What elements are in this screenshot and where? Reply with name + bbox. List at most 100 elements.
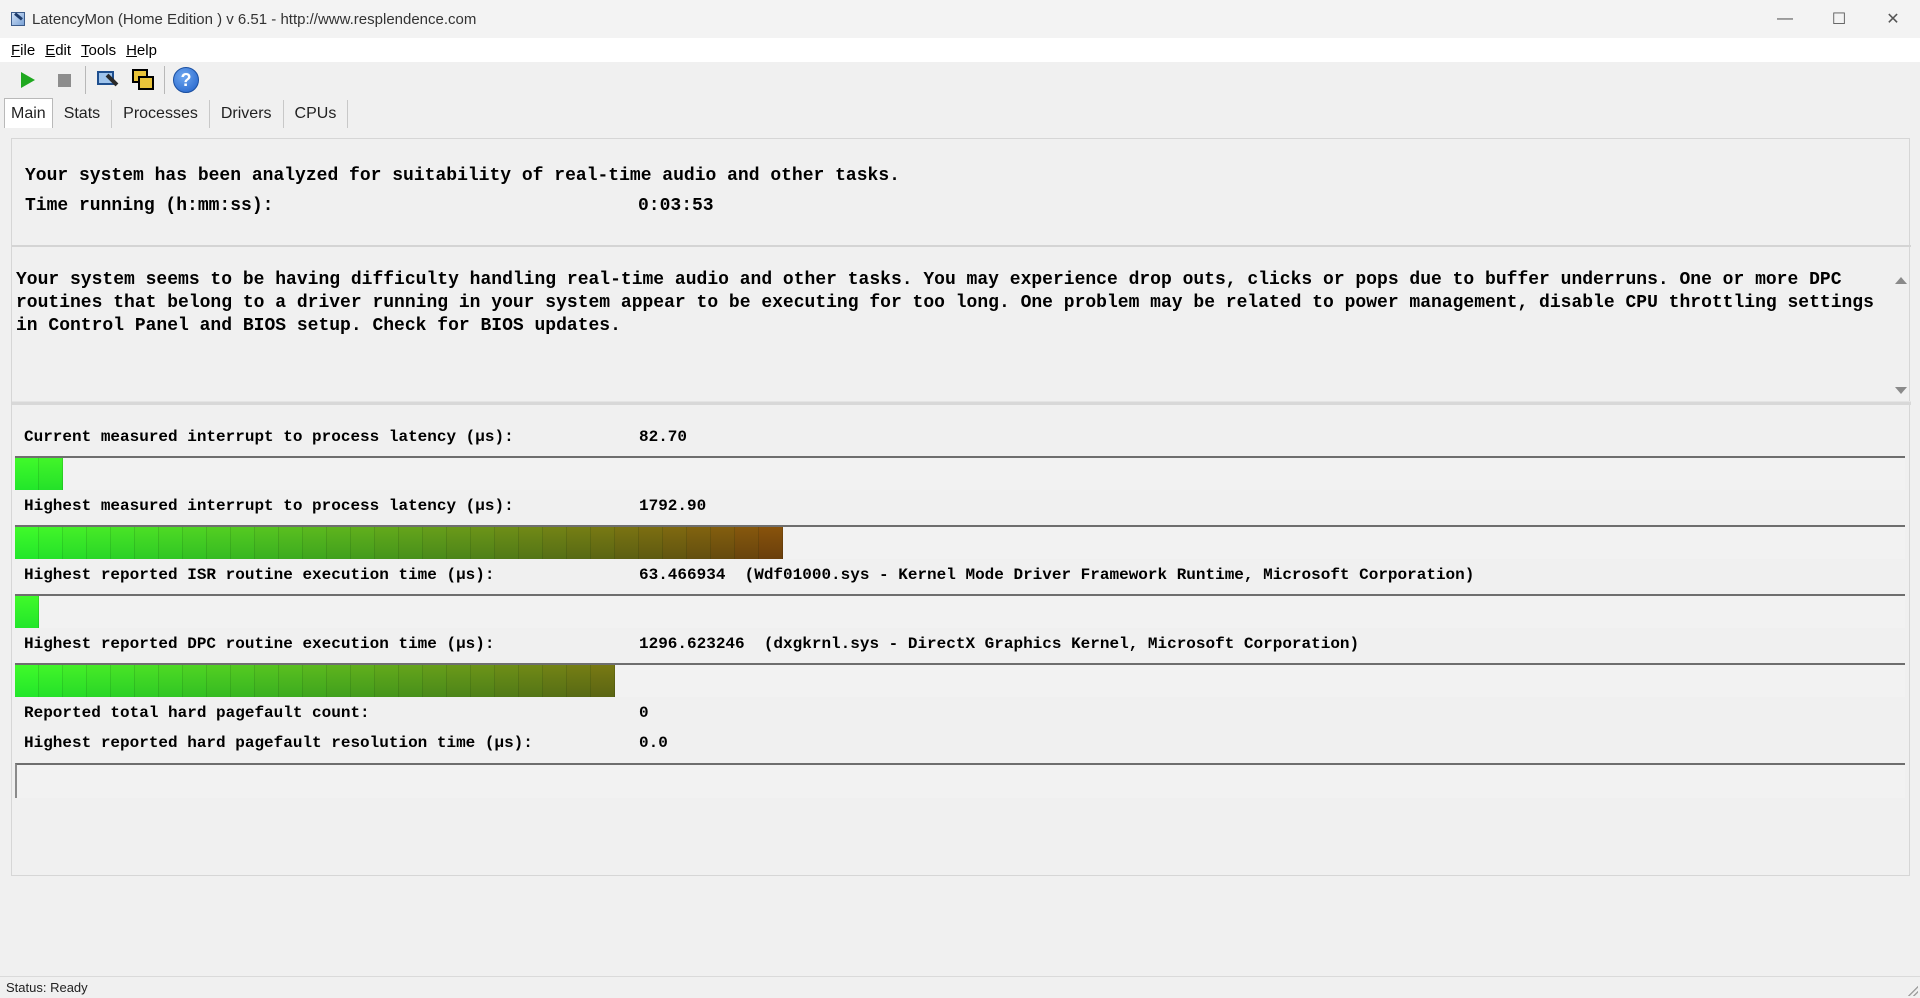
- isr-time-label: Highest reported ISR routine execution t…: [24, 566, 495, 584]
- bar-segment: [567, 665, 591, 697]
- title-bar: LatencyMon (Home Edition ) v 6.51 - http…: [0, 0, 1920, 38]
- main-panel: Your system has been analyzed for suitab…: [11, 138, 1911, 876]
- tab-main[interactable]: Main: [4, 98, 53, 128]
- bar-segment: [15, 458, 39, 490]
- dpc-driver-detail: (dxgkrnl.sys - DirectX Graphics Kernel, …: [763, 635, 1360, 653]
- bar-segment: [159, 665, 183, 697]
- play-icon: [21, 72, 35, 88]
- highest-latency-label: Highest measured interrupt to process la…: [24, 497, 514, 515]
- bar-segment: [447, 665, 471, 697]
- cpu-windows-icon: [131, 68, 155, 92]
- analysis-summary: Your system has been analyzed for suitab…: [25, 166, 900, 186]
- bar-segment: [63, 527, 87, 559]
- bar-segment: [591, 665, 615, 697]
- current-latency-bar: [15, 456, 1905, 490]
- isr-time-value: 63.466934 (Wdf01000.sys - Kernel Mode Dr…: [639, 566, 1475, 584]
- current-latency-label: Current measured interrupt to process la…: [24, 428, 514, 446]
- bar-segment: [231, 665, 255, 697]
- bar-segment: [471, 527, 495, 559]
- pagefault-count-label: Reported total hard pagefault count:: [24, 704, 370, 722]
- minimize-button[interactable]: —: [1758, 0, 1812, 38]
- dpc-time-value: 1296.623246 (dxgkrnl.sys - DirectX Graph…: [639, 635, 1360, 653]
- current-latency-bar-fill: [15, 458, 63, 490]
- pagefault-time-value: 0.0: [639, 734, 668, 752]
- cpu-view-button[interactable]: [125, 64, 161, 96]
- bar-segment: [423, 527, 447, 559]
- bar-segment: [327, 527, 351, 559]
- help-icon: ?: [173, 67, 199, 93]
- bar-segment: [231, 527, 255, 559]
- tab-bar: Main Stats Processes Drivers CPUs: [4, 98, 349, 128]
- bar-segment: [183, 527, 207, 559]
- stop-monitor-button[interactable]: [46, 64, 82, 96]
- toolbar-separator: [164, 66, 165, 94]
- bar-segment: [375, 665, 399, 697]
- tab-drivers[interactable]: Drivers: [210, 100, 284, 128]
- start-monitor-button[interactable]: [10, 64, 46, 96]
- configure-button[interactable]: [89, 64, 125, 96]
- verdict-divider: [12, 401, 1911, 405]
- bar-segment: [615, 527, 639, 559]
- maximize-icon: ☐: [1831, 11, 1847, 28]
- verdict-text: Your system seems to be having difficult…: [16, 270, 1874, 336]
- menu-edit[interactable]: Edit: [40, 42, 76, 59]
- resize-grip-icon[interactable]: [1908, 986, 1918, 996]
- bar-segment: [63, 665, 87, 697]
- latencymon-app-icon: [10, 11, 26, 27]
- bar-segment: [159, 527, 183, 559]
- bar-segment: [135, 665, 159, 697]
- bar-segment: [111, 665, 135, 697]
- dpc-time-bar-fill: [15, 665, 615, 697]
- bar-segment: [495, 665, 519, 697]
- tab-cpus[interactable]: CPUs: [284, 100, 349, 128]
- close-icon: ✕: [1886, 11, 1900, 28]
- pagefault-bar: [15, 763, 1905, 798]
- menu-tools[interactable]: Tools: [76, 42, 121, 59]
- bar-segment: [663, 527, 687, 559]
- menu-file[interactable]: File: [6, 42, 40, 59]
- bar-segment: [15, 665, 39, 697]
- scroll-up-arrow-icon[interactable]: [1895, 277, 1907, 284]
- current-latency-value: 82.70: [639, 428, 688, 446]
- bar-segment: [15, 596, 39, 628]
- close-button[interactable]: ✕: [1866, 0, 1920, 38]
- menu-help[interactable]: Help: [121, 42, 162, 59]
- dpc-time-bar: [15, 663, 1905, 697]
- minimize-icon: —: [1777, 10, 1793, 27]
- menu-bar: File Edit Tools Help: [0, 38, 1920, 62]
- bar-segment: [519, 527, 543, 559]
- bar-segment: [735, 527, 759, 559]
- maximize-button[interactable]: ☐: [1812, 0, 1866, 38]
- status-text: Status: Ready: [6, 980, 88, 995]
- bar-segment: [759, 527, 783, 559]
- bar-segment: [351, 665, 375, 697]
- bar-segment: [183, 665, 207, 697]
- bar-segment: [591, 527, 615, 559]
- bar-segment: [39, 665, 63, 697]
- isr-driver-detail: (Wdf01000.sys - Kernel Mode Driver Frame…: [744, 566, 1475, 584]
- status-bar: Status: Ready: [0, 976, 1920, 998]
- time-running-value: 0:03:53: [638, 196, 714, 216]
- bar-segment: [15, 527, 39, 559]
- highest-latency-bar: [15, 525, 1905, 559]
- bar-segment: [471, 665, 495, 697]
- scroll-down-arrow-icon[interactable]: [1895, 387, 1907, 394]
- time-running-label: Time running (h:mm:ss):: [25, 196, 274, 216]
- pagefault-count-value: 0: [639, 704, 649, 722]
- bar-segment: [495, 527, 519, 559]
- tab-processes[interactable]: Processes: [112, 100, 210, 128]
- bar-segment: [543, 527, 567, 559]
- configure-icon: [95, 68, 119, 92]
- bar-segment: [327, 665, 351, 697]
- bar-segment: [39, 527, 63, 559]
- bar-segment: [399, 665, 423, 697]
- isr-time-bar-fill: [15, 596, 39, 628]
- dpc-time-label: Highest reported DPC routine execution t…: [24, 635, 495, 653]
- bar-segment: [207, 527, 231, 559]
- bar-segment: [39, 458, 63, 490]
- window-title: LatencyMon (Home Edition ) v 6.51 - http…: [32, 10, 477, 28]
- highest-latency-value: 1792.90: [639, 497, 707, 515]
- help-button[interactable]: ?: [168, 64, 204, 96]
- bar-segment: [87, 527, 111, 559]
- tab-stats[interactable]: Stats: [53, 100, 113, 128]
